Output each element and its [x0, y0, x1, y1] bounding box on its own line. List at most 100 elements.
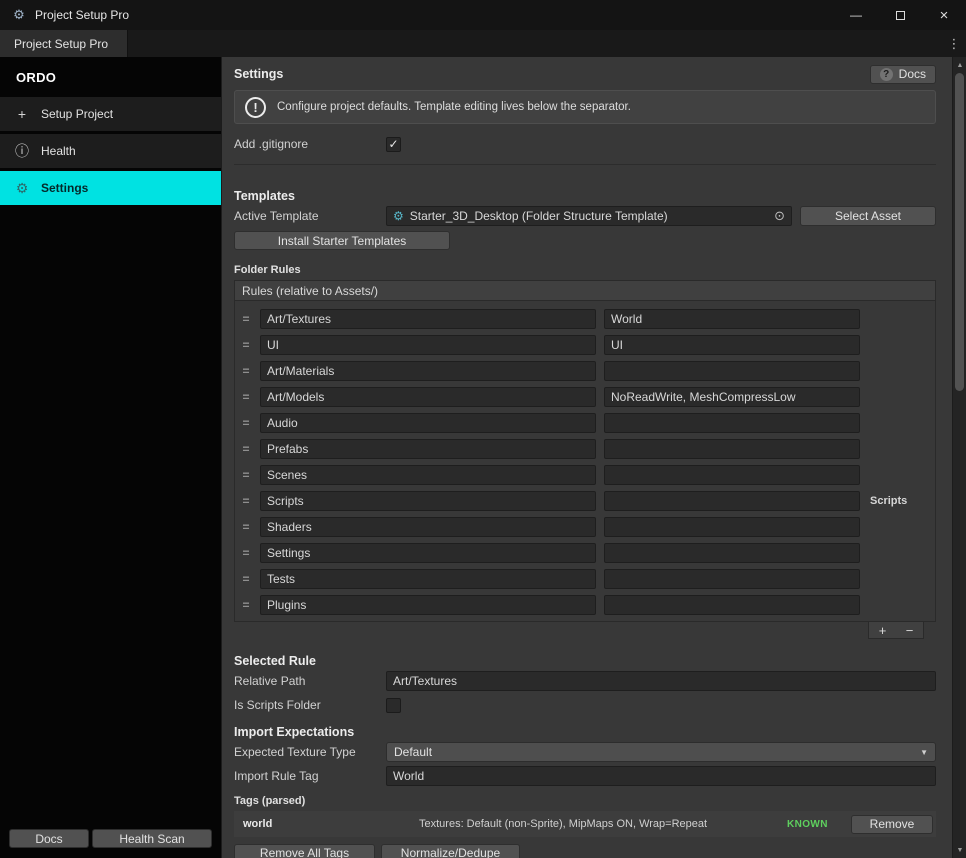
- sidebar: ORDO + Setup Project ⓘ Health ⚙ Settings…: [0, 57, 222, 858]
- tag-entries: worldTextures: Default (non-Sprite), Mip…: [234, 811, 936, 837]
- tag-entry-row: worldTextures: Default (non-Sprite), Mip…: [234, 811, 936, 837]
- rule-tag-input[interactable]: [604, 335, 860, 355]
- is-scripts-row: Is Scripts Folder: [234, 694, 936, 716]
- health-scan-button[interactable]: Health Scan: [92, 829, 212, 848]
- rule-tag-input[interactable]: [604, 543, 860, 563]
- plus-icon: +: [14, 106, 30, 122]
- sidebar-item-settings[interactable]: ⚙ Settings: [0, 171, 221, 205]
- remove-all-tags-button[interactable]: Remove All Tags: [234, 844, 375, 858]
- import-rule-tag-input[interactable]: [386, 766, 936, 786]
- sidebar-item-setup-project[interactable]: + Setup Project: [0, 97, 221, 131]
- help-docs-button[interactable]: ? Docs: [870, 65, 936, 84]
- app-icon: ⚙: [10, 7, 28, 23]
- rule-row: =: [240, 332, 930, 358]
- drag-handle-icon[interactable]: =: [240, 418, 252, 428]
- drag-handle-icon[interactable]: =: [240, 548, 252, 558]
- rule-path-input[interactable]: [260, 413, 596, 433]
- rule-path-input[interactable]: [260, 569, 596, 589]
- drag-handle-icon[interactable]: =: [240, 600, 252, 610]
- scroll-down-icon[interactable]: ▼: [953, 843, 966, 857]
- rule-row: =: [240, 540, 930, 566]
- sidebar-item-label: Setup Project: [41, 107, 113, 121]
- window-controls: — ×: [834, 0, 966, 30]
- rule-tag-input[interactable]: [604, 595, 860, 615]
- settings-panel: Settings ? Docs ! Configure project defa…: [222, 57, 952, 858]
- rules-footer-bar: + −: [868, 622, 924, 639]
- info-banner: ! Configure project defaults. Template e…: [234, 90, 936, 124]
- rule-tag-input[interactable]: [604, 465, 860, 485]
- rule-path-input[interactable]: [260, 465, 596, 485]
- rule-row: = Scripts: [240, 488, 930, 514]
- normalize-dedupe-button[interactable]: Normalize/Dedupe: [381, 844, 520, 858]
- close-button[interactable]: ×: [922, 0, 966, 30]
- sidebar-footer: Docs Health Scan: [0, 822, 221, 858]
- rule-path-input[interactable]: [260, 335, 596, 355]
- rule-tag-input[interactable]: [604, 387, 860, 407]
- drag-handle-icon[interactable]: =: [240, 392, 252, 402]
- drag-handle-icon[interactable]: =: [240, 366, 252, 376]
- rule-path-input[interactable]: [260, 361, 596, 381]
- gear-icon: ⚙: [14, 180, 30, 197]
- tag-description: Textures: Default (non-Sprite), MipMaps …: [419, 818, 779, 830]
- help-icon: ?: [880, 68, 893, 81]
- drag-handle-icon[interactable]: =: [240, 314, 252, 324]
- rule-path-input[interactable]: [260, 387, 596, 407]
- is-scripts-label: Is Scripts Folder: [234, 698, 386, 712]
- selected-rule-title: Selected Rule: [234, 654, 936, 668]
- rule-note-label: Scripts: [868, 495, 930, 507]
- active-template-row: Active Template ⚙ Starter_3D_Desktop (Fo…: [234, 205, 936, 227]
- texture-type-dropdown[interactable]: Default ▼: [386, 742, 936, 762]
- relative-path-input[interactable]: [386, 671, 936, 691]
- is-scripts-checkbox[interactable]: [386, 698, 401, 713]
- minimize-button[interactable]: —: [834, 0, 878, 30]
- install-starter-templates-button[interactable]: Install Starter Templates: [234, 231, 450, 250]
- vertical-scrollbar-thumb[interactable]: [955, 73, 964, 391]
- drag-handle-icon[interactable]: =: [240, 470, 252, 480]
- rule-tag-input[interactable]: [604, 439, 860, 459]
- tab-project-setup-pro[interactable]: Project Setup Pro: [0, 30, 128, 57]
- add-rule-button[interactable]: +: [869, 622, 896, 638]
- rule-tag-input[interactable]: [604, 569, 860, 589]
- rules-list-footer: + −: [234, 622, 936, 639]
- rule-path-input[interactable]: [260, 309, 596, 329]
- drag-handle-icon[interactable]: =: [240, 444, 252, 454]
- relative-path-label: Relative Path: [234, 674, 386, 688]
- rule-row: =: [240, 592, 930, 618]
- info-icon: ⓘ: [14, 141, 30, 161]
- rule-path-input[interactable]: [260, 517, 596, 537]
- docs-button[interactable]: Docs: [9, 829, 89, 848]
- drag-handle-icon[interactable]: =: [240, 496, 252, 506]
- active-template-object-field[interactable]: ⚙ Starter_3D_Desktop (Folder Structure T…: [386, 206, 792, 226]
- vertical-scrollbar[interactable]: ▲ ▼: [952, 57, 966, 858]
- templates-section-title: Templates: [234, 189, 936, 203]
- maximize-button[interactable]: [878, 0, 922, 30]
- rule-path-input[interactable]: [260, 439, 596, 459]
- drag-handle-icon[interactable]: =: [240, 522, 252, 532]
- sidebar-item-health[interactable]: ⓘ Health: [0, 134, 221, 168]
- rule-tag-input[interactable]: [604, 413, 860, 433]
- tabbar: Project Setup Pro ⋮: [0, 30, 966, 57]
- rule-path-input[interactable]: [260, 595, 596, 615]
- remove-rule-button[interactable]: −: [896, 622, 923, 638]
- gitignore-checkbox[interactable]: ✓: [386, 137, 401, 152]
- scroll-up-icon[interactable]: ▲: [953, 58, 966, 72]
- rule-tag-input[interactable]: [604, 491, 860, 511]
- tab-menu-icon[interactable]: ⋮: [942, 30, 966, 57]
- drag-handle-icon[interactable]: =: [240, 574, 252, 584]
- rule-row: =: [240, 358, 930, 384]
- drag-handle-icon[interactable]: =: [240, 340, 252, 350]
- rule-path-input[interactable]: [260, 491, 596, 511]
- rule-tag-input[interactable]: [604, 517, 860, 537]
- sidebar-title: ORDO: [0, 57, 221, 97]
- settings-header: Settings ? Docs: [234, 63, 936, 85]
- tag-remove-button[interactable]: Remove: [851, 815, 933, 834]
- gitignore-label: Add .gitignore: [234, 137, 386, 151]
- texture-type-value: Default: [394, 745, 920, 759]
- rule-tag-input[interactable]: [604, 309, 860, 329]
- select-asset-button[interactable]: Select Asset: [800, 206, 936, 226]
- rule-tag-input[interactable]: [604, 361, 860, 381]
- rule-path-input[interactable]: [260, 543, 596, 563]
- section-separator: [234, 164, 936, 165]
- install-row: Install Starter Templates: [234, 231, 936, 250]
- object-picker-icon[interactable]: ⊙: [774, 208, 785, 224]
